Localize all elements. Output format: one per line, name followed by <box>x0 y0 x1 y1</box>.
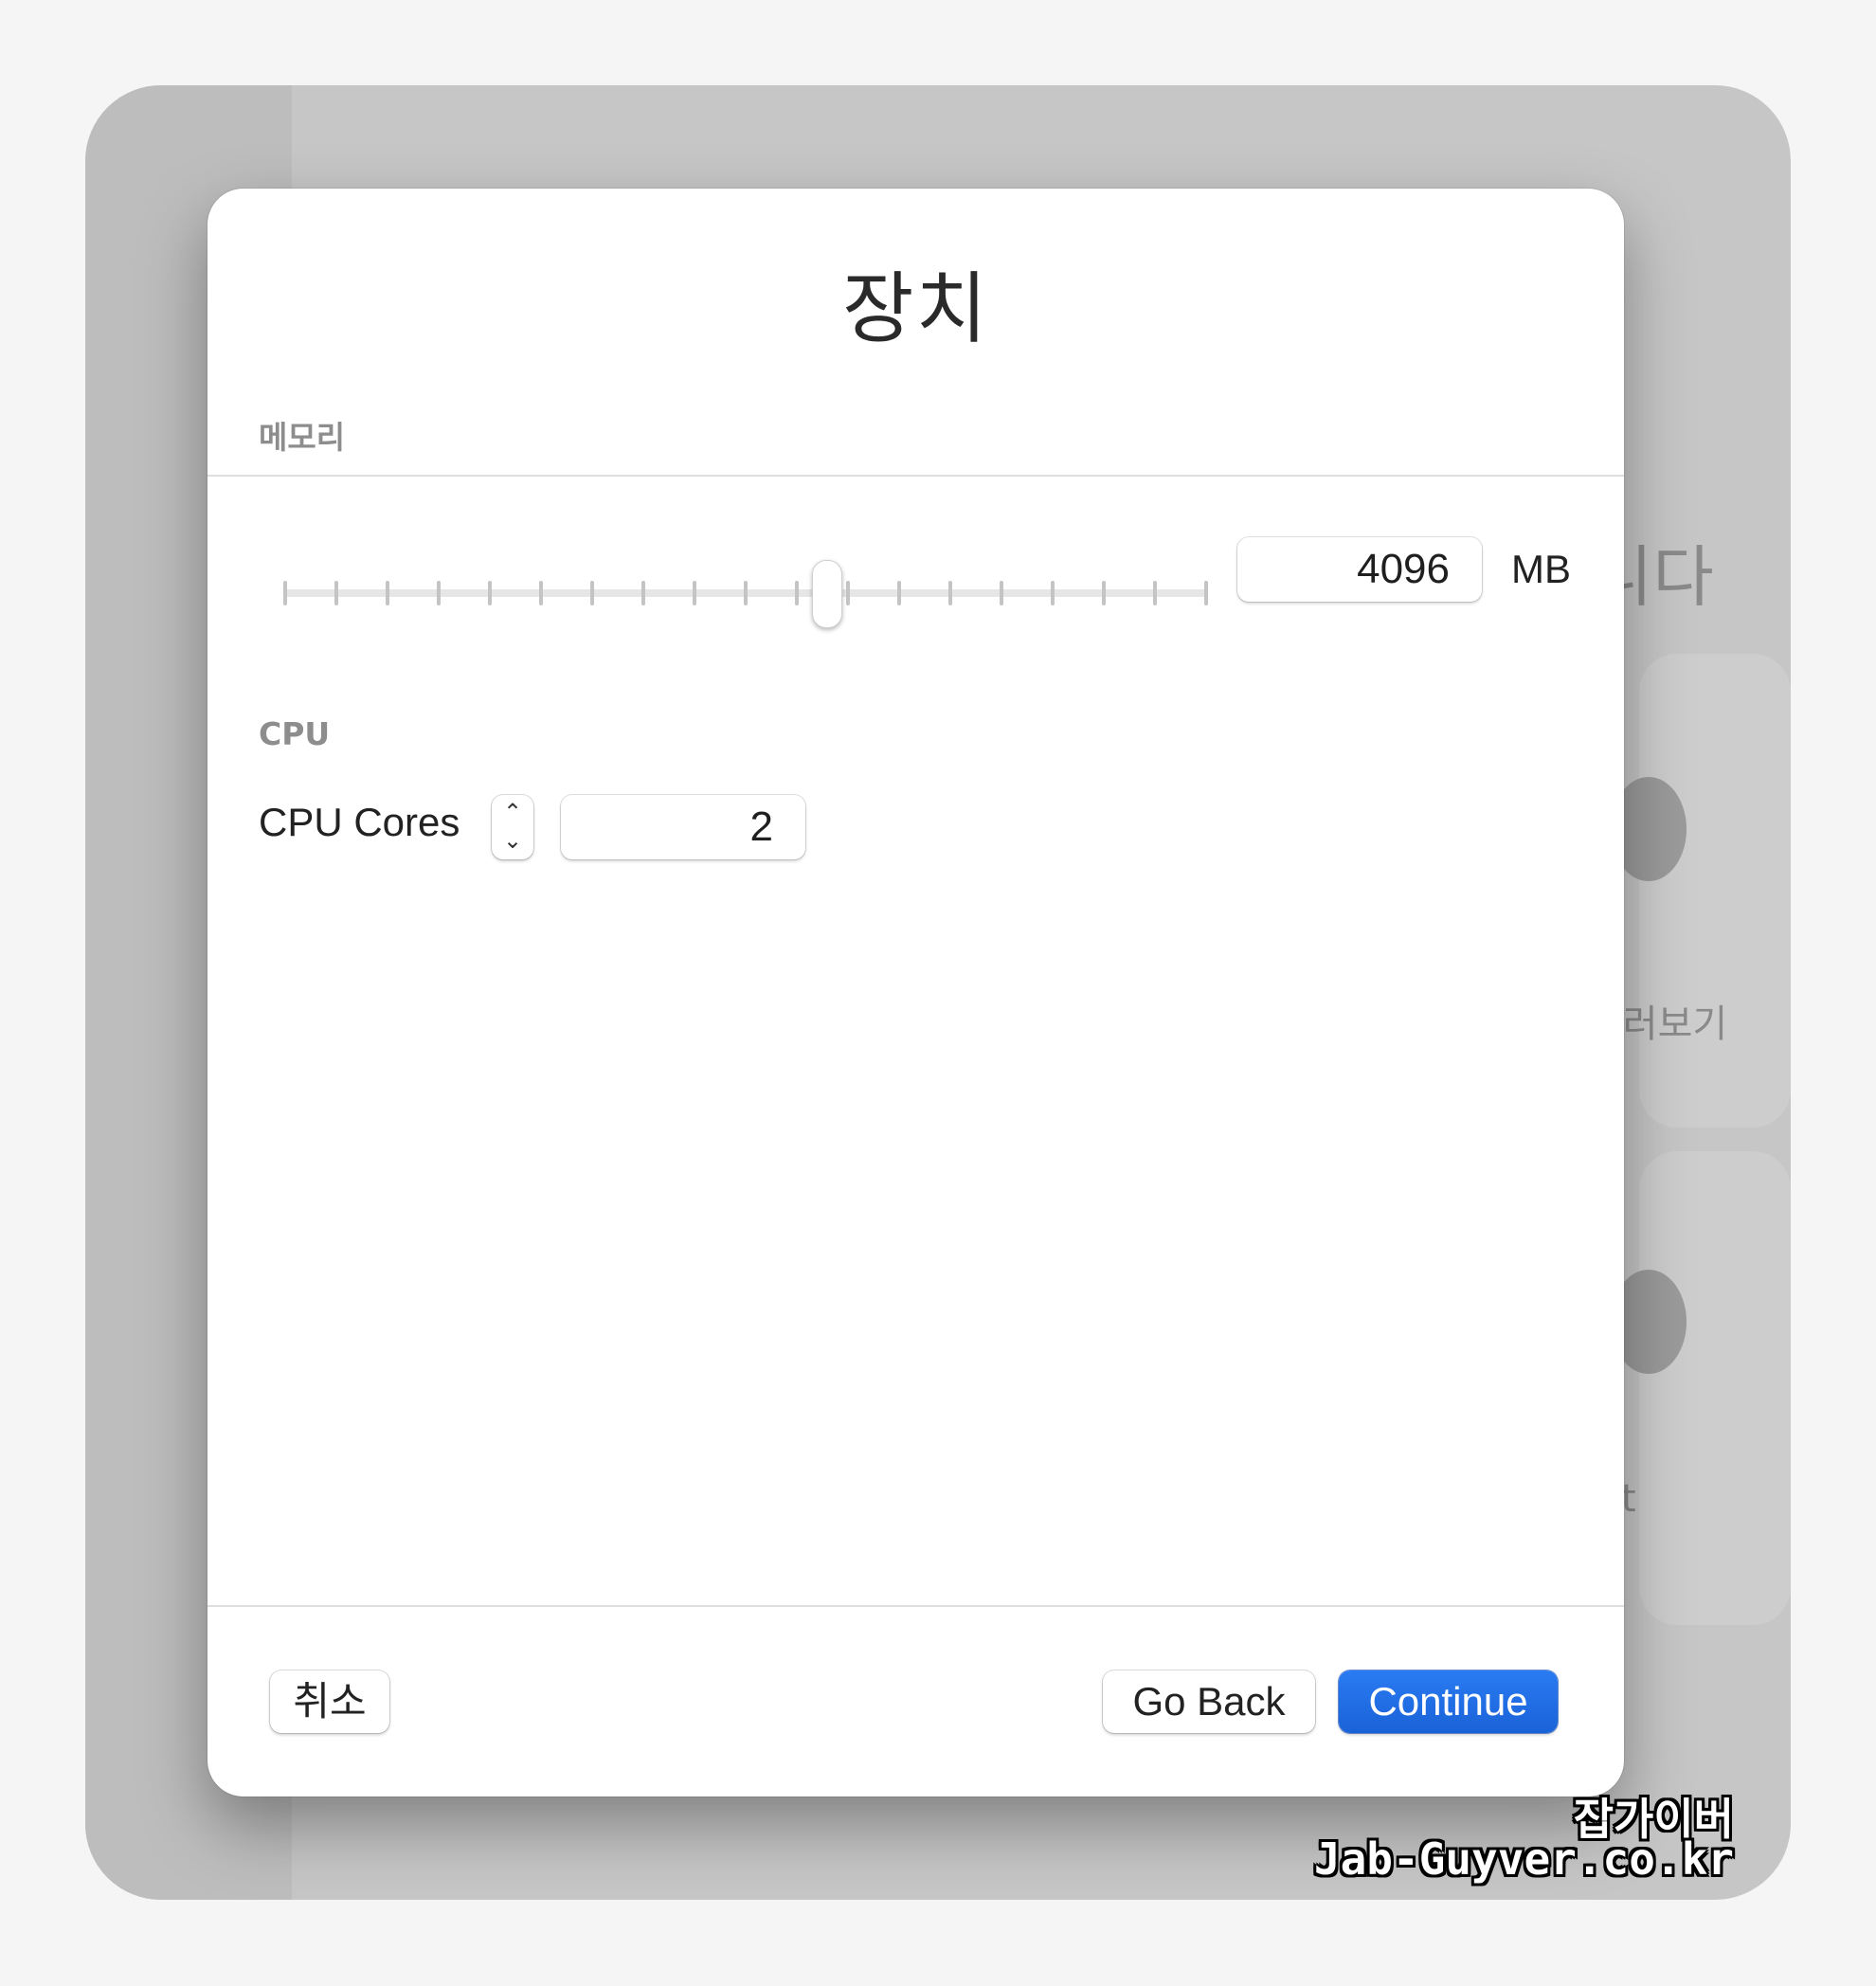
memory-slider-thumb[interactable] <box>811 560 842 628</box>
cpu-section-label: CPU <box>259 715 331 752</box>
slider-tick <box>539 581 543 605</box>
cpu-cores-label: CPU Cores <box>259 800 460 844</box>
slider-tick <box>488 581 492 605</box>
slider-tick <box>1153 581 1157 605</box>
slider-tick <box>1204 581 1208 605</box>
slider-tick <box>641 581 645 605</box>
background-card-2 <box>1611 1151 1791 1625</box>
slider-tick <box>1102 581 1106 605</box>
chevron-up-icon[interactable]: ⌃ <box>492 798 533 826</box>
slider-tick <box>283 581 287 605</box>
chevron-down-icon[interactable]: ⌄ <box>492 826 533 855</box>
slider-tick <box>437 581 441 605</box>
continue-button[interactable]: Continue <box>1339 1670 1558 1733</box>
slider-tick <box>386 581 389 605</box>
device-settings-dialog: 장치 메모리 4096 MB CPU CPU Cores ⌃ ⌄ 2 취소 Go… <box>207 189 1624 1796</box>
footer-divider <box>207 1605 1624 1607</box>
slider-tick <box>1051 581 1055 605</box>
memory-section-label: 메모리 <box>259 419 346 456</box>
memory-slider[interactable] <box>283 560 1208 628</box>
memory-divider <box>207 475 1624 477</box>
slider-tick <box>693 581 696 605</box>
slider-tick <box>590 581 594 605</box>
dialog-title: 장치 <box>842 264 989 354</box>
slider-tick <box>795 581 799 605</box>
cpu-cores-stepper[interactable]: ⌃ ⌄ <box>492 795 533 859</box>
slider-tick <box>1000 581 1003 605</box>
go-back-button[interactable]: Go Back <box>1103 1670 1315 1733</box>
memory-unit-label: MB <box>1511 547 1571 591</box>
slider-tick <box>846 581 850 605</box>
cpu-cores-field[interactable]: 2 <box>561 795 805 859</box>
slider-tick <box>744 581 748 605</box>
memory-value-field[interactable]: 4096 <box>1237 537 1482 602</box>
slider-tick <box>897 581 901 605</box>
slider-tick <box>334 581 338 605</box>
watermark-url: Jab-Guyver.co.kr <box>1313 1833 1734 1885</box>
slider-tick <box>948 581 952 605</box>
cancel-button[interactable]: 취소 <box>270 1670 389 1733</box>
background-card-1 <box>1611 654 1791 1128</box>
